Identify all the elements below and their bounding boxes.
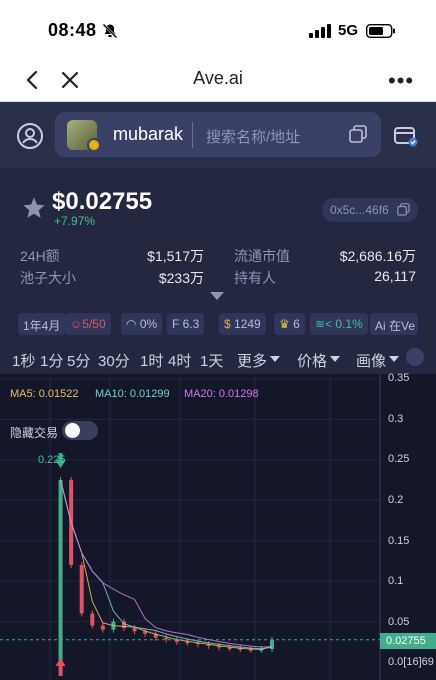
- expand-caret-icon[interactable]: [210, 292, 224, 300]
- hide-trades-toggle[interactable]: [62, 421, 98, 440]
- tag-age[interactable]: 1年4月: [18, 313, 66, 335]
- browser-nav-bar: Ave.ai •••: [0, 62, 436, 102]
- favorite-star-icon[interactable]: [22, 196, 46, 220]
- candle-body-11: [164, 637, 169, 640]
- token-price: $0.02755: [52, 188, 153, 215]
- tag-cash[interactable]: ≋< 0.1%: [310, 313, 368, 335]
- battery-icon: [366, 24, 395, 38]
- moneybag-icon: $: [224, 317, 231, 331]
- more-chevron-icon: [270, 356, 280, 362]
- token-name: mubarak: [113, 124, 184, 144]
- tag-trophy[interactable]: ♛ 6: [274, 313, 305, 335]
- timeframe-1h[interactable]: 1时: [140, 350, 163, 371]
- cash-icon: ≋: [315, 317, 326, 331]
- peak-price-label: 0.225: [38, 454, 66, 466]
- low-marker-stem: [58, 666, 63, 676]
- low-marker-arrow: [55, 658, 66, 666]
- chef-icon: ◠: [126, 317, 137, 331]
- tag-ai[interactable]: Ai 在Ve: [370, 313, 418, 335]
- search-input[interactable]: 搜索名称/地址: [206, 126, 300, 147]
- tag-dev-hold[interactable]: ◠ 0%: [121, 313, 163, 335]
- timeframe-30m[interactable]: 30分: [98, 350, 130, 371]
- signal-icon: [309, 24, 331, 38]
- profile-dropdown[interactable]: 画像: [356, 350, 386, 371]
- stat-label-holders: 持有人: [234, 270, 276, 286]
- stat-value-24h-volume: $1,517万: [147, 248, 204, 264]
- y-tick-5: 0.1: [388, 575, 404, 587]
- tag-f-score[interactable]: F 6.3: [167, 313, 205, 335]
- users-icon: ☺: [70, 317, 83, 331]
- candle-body-13: [185, 641, 190, 644]
- current-price-label: 0.02755: [386, 635, 426, 647]
- ma10-label: MA10: 0.01299: [95, 388, 170, 400]
- price-chevron-icon: [330, 356, 340, 362]
- copy-address-icon[interactable]: [397, 203, 410, 216]
- stat-label-market-cap: 流通市值: [234, 248, 290, 264]
- search-divider: [192, 122, 193, 148]
- ma20-label: MA20: 0.01298: [184, 388, 259, 400]
- stat-label-24h-volume: 24H额: [20, 248, 60, 264]
- y-tick-6: 0.05: [388, 616, 410, 628]
- y-tick-0: 0.35: [388, 372, 410, 384]
- profile-chevron-icon: [389, 356, 399, 362]
- status-time: 08:48: [48, 20, 97, 40]
- contract-address-button[interactable]: 0x5c...46f6: [322, 198, 418, 222]
- y-tick-7: 0.0[16]69: [388, 656, 434, 668]
- price-chart-area[interactable]: [0, 374, 436, 680]
- candle-body-3: [79, 564, 84, 614]
- y-tick-4: 0.15: [388, 535, 410, 547]
- chart-settings-icon[interactable]: [406, 348, 424, 366]
- toggle-knob: [65, 423, 80, 438]
- stat-value-holders: 26,117: [374, 268, 416, 284]
- y-tick-1: 0.3: [388, 413, 404, 425]
- user-profile-icon[interactable]: [16, 122, 44, 150]
- tag-moneybag[interactable]: $ 1249: [219, 313, 266, 335]
- price-dropdown[interactable]: 价格: [297, 350, 327, 371]
- stat-value-market-cap: $2,686.16万: [339, 248, 416, 264]
- verified-badge-icon: [87, 138, 101, 152]
- y-tick-3: 0.2: [388, 494, 404, 506]
- network-type: 5G: [338, 22, 359, 39]
- timeframe-5m[interactable]: 5分: [67, 350, 90, 371]
- tag-insiders[interactable]: ☺5/50: [65, 313, 111, 335]
- trophy-icon: ♛: [279, 317, 290, 331]
- ma5-label: MA5: 0.01522: [10, 388, 79, 400]
- current-price-tag: 0.02755: [380, 633, 436, 649]
- candle-body-4: [90, 613, 95, 626]
- price-change: +7.97%: [54, 214, 96, 228]
- candle-body-8: [132, 628, 137, 632]
- stat-label-pool-size: 池子大小: [20, 270, 76, 286]
- browser-title: Ave.ai: [193, 68, 243, 88]
- contract-address: 0x5c...46f6: [330, 203, 389, 217]
- y-tick-2: 0.25: [388, 453, 410, 465]
- candle-body-5: [100, 625, 105, 630]
- wallet-icon[interactable]: [394, 125, 418, 147]
- price-chart-svg: [0, 374, 381, 680]
- token-search-bar[interactable]: mubarak 搜索名称/地址: [55, 112, 381, 157]
- timeframe-4h[interactable]: 4时: [168, 350, 191, 371]
- more-dropdown[interactable]: 更多: [237, 350, 267, 371]
- timeframe-1d[interactable]: 1天: [200, 350, 223, 371]
- stat-value-pool-size: $233万: [158, 270, 204, 286]
- status-bar: 08:48 5G: [0, 0, 436, 62]
- bell-muted-icon: [102, 23, 118, 39]
- copy-icon[interactable]: [349, 125, 367, 143]
- timeframe-1s[interactable]: 1秒: [12, 350, 35, 371]
- timeframe-1m[interactable]: 1分: [40, 350, 63, 371]
- hide-trades-label: 隐藏交易: [10, 426, 59, 440]
- more-menu-icon[interactable]: •••: [388, 68, 414, 94]
- candle-body-1: [58, 480, 63, 662]
